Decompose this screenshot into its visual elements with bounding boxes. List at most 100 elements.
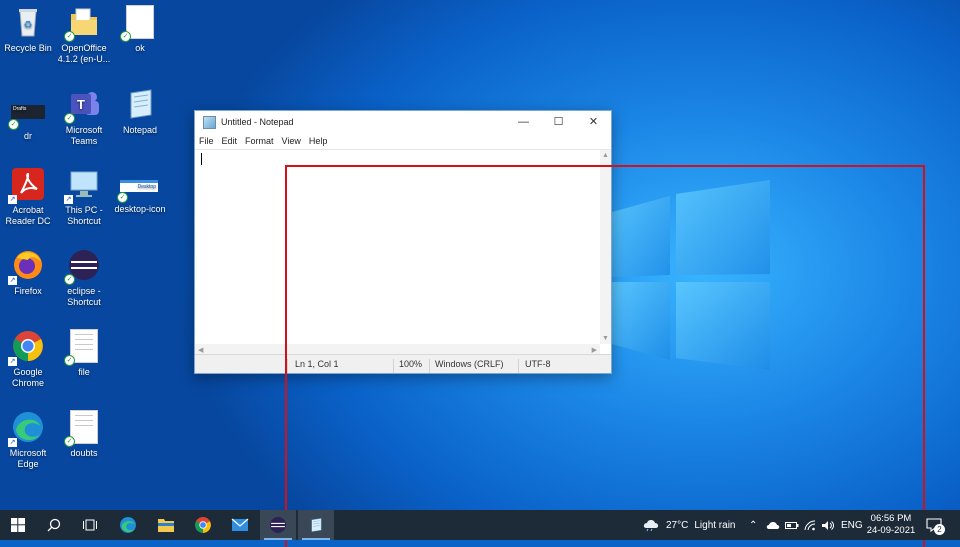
desktop-icon-chrome[interactable]: ↗ Google Chrome — [0, 329, 58, 389]
sync-check-icon: ✓ — [64, 355, 75, 366]
maximize-button[interactable]: ☐ — [541, 111, 576, 133]
notepad-icon — [311, 518, 322, 532]
sync-check-icon: ✓ — [120, 31, 131, 42]
show-hidden-icons-button[interactable]: ⌃ — [749, 510, 757, 540]
text-caret — [201, 153, 202, 165]
clock-time: 06:56 PM — [870, 513, 912, 524]
windows-start-icon — [11, 518, 25, 532]
scroll-left-icon[interactable]: ◀ — [198, 346, 203, 354]
desktop-icon-edge[interactable]: ↗ Microsoft Edge — [0, 410, 58, 470]
scroll-up-icon[interactable]: ▲ — [602, 152, 609, 159]
start-button[interactable] — [0, 510, 36, 540]
onedrive-cloud-icon — [766, 521, 780, 529]
taskbar: 27°C Light rain ⌃ ENG 06:56 PM 24-09-202… — [0, 510, 960, 540]
chrome-icon — [195, 517, 211, 533]
minimize-button[interactable]: — — [506, 111, 541, 133]
task-view-icon — [83, 519, 97, 531]
wifi-tray[interactable] — [804, 510, 816, 540]
taskbar-notepad[interactable] — [298, 510, 334, 540]
search-icon — [47, 518, 61, 532]
clock-date: 24-09-2021 — [866, 525, 916, 536]
desktop-icon-label: Firefox — [14, 286, 42, 296]
desktop-icon-label: Notepad — [122, 125, 158, 135]
teams-icon: T ✓ — [64, 87, 101, 124]
desktop-icon-eclipse[interactable]: ✓ eclipse - Shortcut — [54, 248, 114, 308]
notepad-app-icon — [203, 115, 216, 129]
input-language[interactable]: ENG — [841, 510, 863, 540]
desktop-icon-label: This PC - Shortcut — [65, 205, 103, 226]
taskbar-file-explorer[interactable] — [148, 510, 184, 540]
desktop-icon-label: Microsoft Edge — [9, 448, 47, 469]
window-title: Untitled - Notepad — [221, 117, 294, 127]
notepad-menu-bar: File Edit Format View Help — [195, 133, 611, 148]
desktop-icon-doubts[interactable]: ✓ doubts — [54, 410, 114, 459]
mail-icon — [231, 518, 249, 531]
close-button[interactable]: ✕ — [576, 111, 611, 133]
shortcut-arrow-icon: ↗ — [64, 195, 73, 204]
sync-check-icon: ✓ — [64, 436, 75, 447]
desktop-icon-label: OpenOffice 4.1.2 (en-U... — [57, 43, 111, 64]
language-label: ENG — [841, 519, 863, 531]
notepad-icon — [123, 87, 157, 121]
acrobat-icon: ↗ — [8, 167, 45, 204]
desktop-icon-label: doubts — [70, 448, 98, 458]
menu-file[interactable]: File — [199, 136, 214, 146]
task-view-button[interactable] — [72, 510, 108, 540]
sync-check-icon: ✓ — [64, 113, 75, 124]
weather-description: Light rain — [694, 519, 736, 531]
menu-help[interactable]: Help — [309, 136, 328, 146]
sync-check-icon: ✓ — [117, 192, 128, 203]
desktop-icon-dr[interactable]: Drafts ✓ dr — [0, 100, 58, 142]
onedrive-tray[interactable] — [766, 510, 780, 540]
desktop-icon-teams[interactable]: T ✓ Microsoft Teams — [54, 87, 114, 147]
eclipse-icon: ✓ — [64, 248, 101, 285]
action-center-button[interactable]: 2 — [926, 510, 945, 540]
search-button[interactable] — [36, 510, 72, 540]
shortcut-arrow-icon: ↗ — [8, 195, 17, 204]
taskbar-chrome[interactable] — [185, 510, 221, 540]
eclipse-icon — [270, 517, 286, 533]
desktop-icon-this-pc[interactable]: ↗ This PC - Shortcut — [54, 167, 114, 227]
taskbar-edge[interactable] — [110, 510, 146, 540]
desktop-icon-desktop-icon[interactable]: Desktop ✓ desktop-icon — [110, 180, 170, 215]
desktop-icon-file[interactable]: ✓ file — [54, 329, 114, 378]
svg-text:T: T — [77, 97, 85, 112]
computer-icon: ↗ — [64, 167, 101, 204]
volume-tray[interactable] — [821, 510, 834, 540]
sync-check-icon: ✓ — [64, 31, 75, 42]
desktop-icon-label: file — [78, 367, 90, 377]
battery-tray[interactable] — [785, 510, 799, 540]
desktop-icon-label: Google Chrome — [11, 367, 44, 388]
desktop-icon-openoffice[interactable]: ✓ OpenOffice 4.1.2 (en-U... — [54, 5, 114, 65]
folder-icon: ✓ — [64, 5, 101, 42]
sync-check-icon: ✓ — [64, 274, 75, 285]
clock[interactable]: 06:56 PM 24-09-2021 — [866, 510, 916, 540]
desktop-icon-notepad[interactable]: Notepad — [110, 87, 170, 136]
shortcut-arrow-icon: ↗ — [8, 357, 17, 366]
firefox-icon: ↗ — [8, 248, 45, 285]
desktop-icon-label: desktop-icon — [114, 204, 166, 214]
chevron-up-icon: ⌃ — [749, 519, 758, 531]
notification-count-badge: 2 — [934, 524, 945, 535]
menu-edit[interactable]: Edit — [222, 136, 238, 146]
desktop-icon-acrobat[interactable]: ↗ Acrobat Reader DC — [0, 167, 58, 227]
desktop-icon-label: dr — [23, 131, 32, 141]
recycle-bin-icon: ♻ — [11, 5, 45, 39]
chrome-icon: ↗ — [8, 329, 45, 366]
weather-widget[interactable]: 27°C Light rain — [642, 510, 735, 540]
menu-format[interactable]: Format — [245, 136, 274, 146]
notepad-title-bar[interactable]: Untitled - Notepad — ☐ ✕ — [195, 111, 611, 133]
wifi-icon — [804, 519, 816, 530]
taskbar-mail[interactable] — [222, 510, 258, 540]
folder-icon — [158, 519, 174, 532]
svg-text:♻: ♻ — [24, 20, 33, 31]
taskbar-eclipse[interactable] — [260, 510, 296, 540]
desktop-icon-ok[interactable]: ✓ ok — [110, 5, 170, 54]
rain-cloud-icon — [643, 520, 659, 532]
desktop-icon-firefox[interactable]: ↗ Firefox — [0, 248, 58, 297]
menu-view[interactable]: View — [282, 136, 301, 146]
battery-plug-icon — [785, 521, 799, 529]
shortcut-arrow-icon: ↗ — [8, 276, 17, 285]
desktop-icon-label: Microsoft Teams — [65, 125, 103, 146]
desktop-icon-recycle-bin[interactable]: ♻ Recycle Bin — [0, 5, 58, 54]
